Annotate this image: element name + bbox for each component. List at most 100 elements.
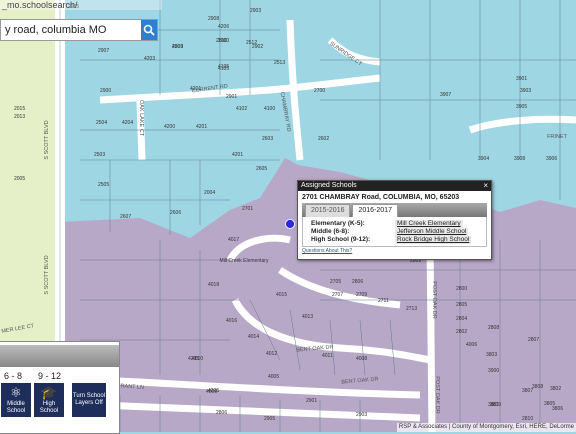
graduation-cap-icon: 🎓 — [40, 385, 58, 400]
tab-2016-2017[interactable]: 2016-2017 — [352, 204, 398, 217]
parcel-number: 3904 — [478, 156, 489, 162]
parcel-number: 4015 — [276, 292, 287, 298]
search-icon — [143, 24, 155, 36]
parcel-number: 2806 — [216, 410, 227, 416]
parcel-number: 2805 — [456, 302, 467, 308]
parcel-number: 4008 — [356, 356, 367, 362]
parcel-number: 2810 — [522, 416, 533, 422]
parcel-number: 3901 — [516, 76, 527, 82]
parcel-number: 4204 — [122, 120, 133, 126]
button-label: Turn School Layers Off — [72, 393, 106, 406]
parcel-number: 4012 — [266, 351, 277, 357]
parcel-number: 2808 — [488, 325, 499, 331]
school-level-label: Middle (6-8): — [311, 228, 350, 235]
street-label: OAK LAKE CT — [138, 100, 144, 137]
middle-school-layer-button[interactable]: ⚛ Middle School — [1, 383, 31, 417]
address-search-box — [0, 19, 158, 41]
street-label: S SCOTT BLVD — [44, 255, 50, 294]
street-label: S SCOTT BLVD — [44, 120, 50, 159]
parcel-number: 2700 — [314, 88, 325, 94]
school-row-elementary: Elementary (K-5): Mill Creek Elementary — [311, 220, 486, 228]
legend-header-bar — [0, 345, 119, 367]
parcel-number: 2908 — [208, 16, 219, 22]
parcel-number: 2607 — [120, 214, 131, 220]
search-button[interactable] — [141, 20, 157, 40]
parcel-number: 3808 — [532, 384, 543, 390]
button-label: High School — [39, 401, 59, 414]
parcel-number: 2900 — [100, 88, 111, 94]
parcel-number: 3802 — [550, 386, 561, 392]
parcel-number: 3900 — [488, 368, 499, 374]
questions-link[interactable]: Questions About This? — [298, 247, 491, 254]
parcel-number: 4200 — [164, 124, 175, 130]
parcel-number: 2807 — [528, 337, 539, 343]
parcel-number: 4013 — [302, 314, 313, 320]
popup-title: Assigned Schools — [301, 182, 357, 189]
parcel-number: 2901 — [226, 94, 237, 100]
parcel-number: 3905 — [516, 104, 527, 110]
parcel-number: 3803 — [486, 352, 497, 358]
parcel-number: 3907 — [440, 92, 451, 98]
button-label: Middle School — [6, 401, 26, 414]
parcel-number: 2505 — [98, 182, 109, 188]
parcel-number: 3908 — [514, 156, 525, 162]
street-label: FRINET — [547, 134, 568, 140]
parcel-number: 3906 — [546, 156, 557, 162]
parcel-number: 2705 — [330, 279, 341, 285]
school-level-label: Elementary (K-5): — [311, 220, 365, 227]
street-label: POST OAK DR — [434, 376, 440, 414]
address-search-input[interactable] — [1, 20, 141, 40]
tab-2015-2016[interactable]: 2015-2016 — [305, 204, 351, 217]
parcel-number: 4017 — [228, 237, 239, 243]
school-link-high[interactable]: Rock Bridge High School — [395, 236, 472, 244]
parcel-number: 4201 — [232, 152, 243, 158]
parcel-number: 4205 — [188, 356, 199, 362]
parcel-number: 2800 — [456, 286, 467, 292]
parcel-number: 2510 — [216, 38, 227, 44]
parcel-number: 4006 — [466, 342, 477, 348]
school-row-high: High School (9-12): Rock Bridge High Sch… — [311, 236, 486, 244]
parcel-number: 3801 — [488, 402, 499, 408]
parcel-number: 4105 — [218, 66, 229, 72]
parcel-number: 4014 — [248, 334, 259, 340]
parcel-number: 2004 — [204, 190, 215, 196]
parcel-number: 2701 — [242, 206, 253, 212]
assigned-schools-popup: Assigned Schools × 2701 CHAMBRAY Road, C… — [297, 180, 492, 260]
parcel-number: 2602 — [318, 136, 329, 142]
school-link-elementary[interactable]: Mill Creek Elementary — [395, 220, 463, 228]
parcel-number: 2503 — [94, 152, 105, 158]
turn-layers-off-button[interactable]: Turn School Layers Off — [72, 383, 106, 417]
selected-location-marker[interactable] — [285, 219, 295, 229]
map-attribution: RSP & Associates | County of Montgomery,… — [396, 423, 576, 432]
parcel-number: 4016 — [226, 318, 237, 324]
school-assignments: Elementary (K-5): Mill Creek Elementary … — [302, 217, 487, 247]
popup-address: 2701 CHAMBRAY Road, COLUMBIA, MO, 65203 — [302, 194, 460, 201]
parcel-number: 4005 — [268, 374, 279, 380]
school-link-middle[interactable]: Jefferson Middle School — [395, 228, 469, 236]
parcel-number: 4201 — [190, 86, 201, 92]
school-name-label: Mill Creek Elementary — [220, 258, 269, 264]
parcel-number: 2711 — [378, 298, 389, 304]
parcel-number: 2513 — [274, 60, 285, 66]
school-row-middle: Middle (6-8): Jefferson Middle School — [311, 228, 486, 236]
parcel-number: 4203 — [144, 56, 155, 62]
parcel-number: 4018 — [208, 282, 219, 288]
parcel-number: 2512 — [246, 40, 257, 46]
parcel-number: 2903 — [356, 412, 367, 418]
parcel-number: 2903 — [250, 8, 261, 14]
parcel-number: 2504 — [96, 120, 107, 126]
parcel-number: 4206 — [218, 24, 229, 30]
street-label: POST OAK DR — [431, 281, 437, 319]
parcel-number: 4201 — [196, 124, 207, 130]
close-icon[interactable]: × — [483, 181, 488, 191]
parcel-number: 4100 — [264, 106, 275, 112]
high-school-layer-button[interactable]: 🎓 High School — [34, 383, 64, 417]
parcel-number: 2005 — [14, 176, 25, 182]
school-level-label: High School (9-12): — [311, 236, 371, 243]
parcel-number: 2901 — [306, 398, 317, 404]
browser-url: _mo.schoolsearch/ — [0, 0, 162, 10]
parcel-number: 2907 — [98, 48, 109, 54]
parcel-number: 2603 — [262, 136, 273, 142]
parcel-number: 2606 — [170, 210, 181, 216]
popup-titlebar: Assigned Schools × — [298, 181, 491, 191]
